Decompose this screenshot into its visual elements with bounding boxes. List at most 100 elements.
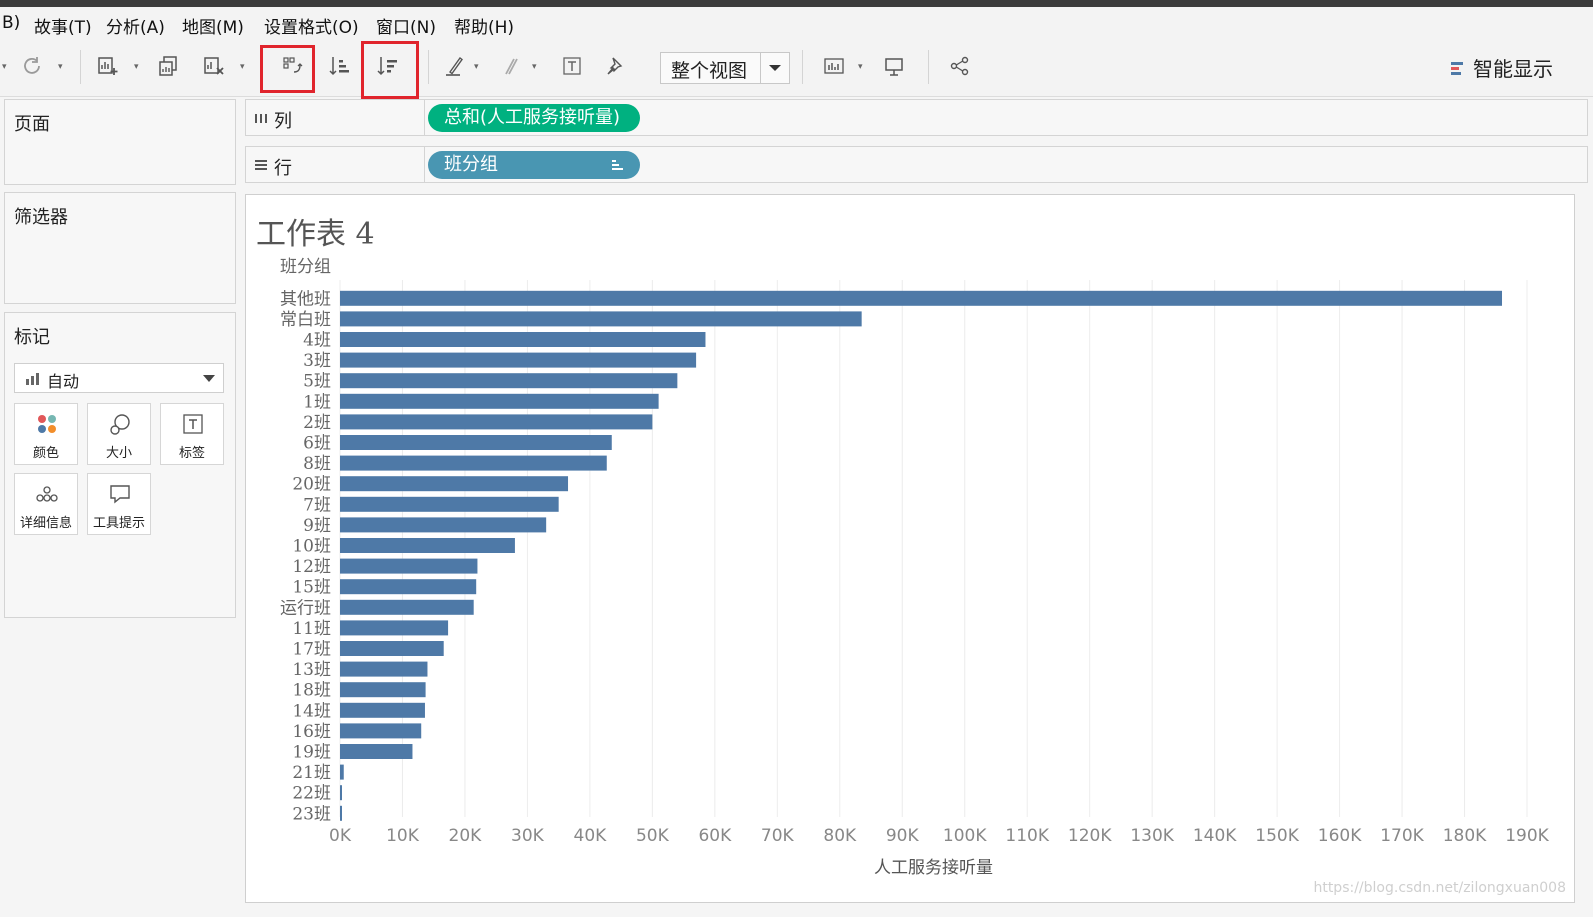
columns-pill[interactable]: 总和(人工服务接听量) [428, 104, 640, 132]
x-tick-label: 60K [698, 826, 732, 846]
bar [340, 558, 478, 574]
columns-pill-label: 总和(人工服务接听量) [444, 107, 621, 128]
bar [340, 723, 422, 739]
columns-shelf[interactable]: 列 总和(人工服务接听量) [245, 99, 1588, 136]
dropdown-caret-icon[interactable]: ▾ [58, 62, 63, 72]
category-label: 16班 [292, 722, 331, 742]
bar [340, 435, 612, 450]
x-tick-label: 30K [511, 826, 545, 846]
highlight-box-sort-desc [361, 41, 419, 99]
menu-item-help[interactable]: 帮助(H) [454, 13, 514, 38]
category-label: 常白班 [280, 310, 331, 330]
x-tick-label: 190K [1505, 826, 1549, 846]
bar [340, 496, 559, 512]
detail-card[interactable]: 详细信息 [14, 473, 78, 535]
bar [340, 352, 697, 368]
bar [340, 373, 678, 389]
bar [340, 476, 569, 492]
bar [340, 641, 444, 656]
smart-show-label: 智能显示 [1473, 57, 1553, 81]
category-label: 11班 [292, 619, 331, 639]
dropdown-caret-icon[interactable]: ▾ [240, 62, 245, 72]
x-tick-label: 0K [329, 826, 352, 846]
marks-panel-title: 标记 [14, 327, 50, 348]
filters-panel[interactable]: 筛选器 [4, 192, 236, 304]
show-cards-icon[interactable] [822, 54, 846, 78]
bar [340, 311, 862, 327]
pages-panel[interactable]: 页面 [4, 99, 236, 185]
dropdown-caret-icon[interactable]: ▾ [2, 62, 7, 72]
group-members-icon[interactable] [498, 54, 522, 78]
redo-icon[interactable] [20, 54, 44, 78]
toolbar: ▾ ▾ ▾ ▾ ▾ ▾ 整个视图 ▾ 智能显示 [0, 38, 1593, 99]
bar-mark-icon [26, 373, 39, 385]
x-tick-label: 20K [449, 826, 483, 846]
bar [340, 579, 477, 595]
category-label: 1班 [303, 392, 331, 412]
menu-item-story[interactable]: 故事(T) [34, 13, 92, 38]
sort-ascending-icon[interactable] [328, 54, 352, 78]
sort-indicator-icon[interactable] [612, 159, 624, 171]
rows-label: 行 [274, 158, 292, 179]
size-card[interactable]: 大小 [87, 403, 151, 465]
category-label: 15班 [292, 578, 331, 598]
toolbar-separator [802, 50, 803, 84]
duplicate-sheet-icon[interactable] [156, 54, 180, 78]
category-label: 7班 [303, 495, 331, 515]
highlight-box-swap [260, 45, 315, 93]
chevron-down-icon[interactable] [760, 53, 789, 83]
menu-item-format[interactable]: 设置格式(O) [264, 13, 359, 38]
color-card-label: 颜色 [32, 446, 59, 461]
new-worksheet-icon[interactable] [96, 54, 120, 78]
bar [340, 455, 607, 471]
toolbar-separator [928, 50, 929, 84]
show-mark-labels-icon[interactable] [560, 54, 584, 78]
x-tick-label: 120K [1068, 826, 1112, 846]
bar [340, 332, 706, 347]
color-card[interactable]: 颜色 [14, 403, 78, 465]
menu-item-analysis[interactable]: 分析(A) [106, 13, 165, 38]
share-icon[interactable] [948, 54, 972, 78]
dropdown-caret-icon[interactable]: ▾ [474, 62, 479, 72]
mark-type-label: 自动 [47, 372, 80, 391]
text-label-icon [183, 414, 203, 434]
rows-shelf[interactable]: 行 班分组 [245, 146, 1588, 183]
category-label: 5班 [303, 372, 331, 392]
x-tick-label: 180K [1443, 826, 1487, 846]
highlight-pen-icon[interactable] [442, 54, 466, 78]
clear-sheet-icon[interactable] [202, 54, 226, 78]
bar-chart: 0K 10K 20K 30K 40K 50K 60K 70K 80K 90K 100K 110K 120… [280, 257, 1550, 878]
toolbar-separator [428, 50, 429, 84]
bar [340, 414, 653, 430]
category-label: 22班 [292, 784, 331, 804]
columns-shelf-label: 列 [246, 100, 425, 135]
detail-card-label: 详细信息 [19, 516, 72, 531]
presentation-mode-icon[interactable] [882, 54, 906, 78]
smart-show-button[interactable]: 智能显示 [1450, 53, 1553, 82]
category-label: 8班 [303, 454, 331, 474]
bar [340, 764, 344, 780]
category-label: 2班 [303, 413, 331, 433]
dropdown-caret-icon[interactable]: ▾ [134, 62, 139, 72]
fix-axes-pin-icon[interactable] [604, 54, 628, 78]
tooltip-card[interactable]: 工具提示 [87, 473, 151, 535]
menu-item-window[interactable]: 窗口(N) [376, 13, 436, 38]
bar [340, 517, 547, 533]
rows-pill[interactable]: 班分组 [428, 151, 640, 179]
dropdown-caret-icon[interactable]: ▾ [532, 62, 537, 72]
menu-item-map[interactable]: 地图(M) [182, 13, 244, 38]
chevron-down-icon[interactable] [203, 375, 215, 383]
x-tick-label: 40K [574, 826, 608, 846]
x-tick-label: 110K [1005, 826, 1049, 846]
rows-shelf-label: 行 [246, 147, 425, 182]
category-label: 运行班 [280, 598, 331, 618]
worksheet-view: 工作表 4 0K 10K 20K 30K 40K 50K 60K 70K 80K 90K 100K 1… [245, 194, 1575, 903]
menu-item-window-frag[interactable]: B) [2, 13, 20, 33]
dropdown-caret-icon[interactable]: ▾ [858, 62, 863, 72]
bar [340, 805, 342, 821]
label-card[interactable]: 标签 [160, 403, 224, 465]
category-label: 10班 [292, 537, 331, 557]
window-top-edge [0, 0, 1593, 7]
mark-type-dropdown[interactable]: 自动 [14, 363, 224, 393]
fit-selector[interactable]: 整个视图 [660, 52, 790, 84]
